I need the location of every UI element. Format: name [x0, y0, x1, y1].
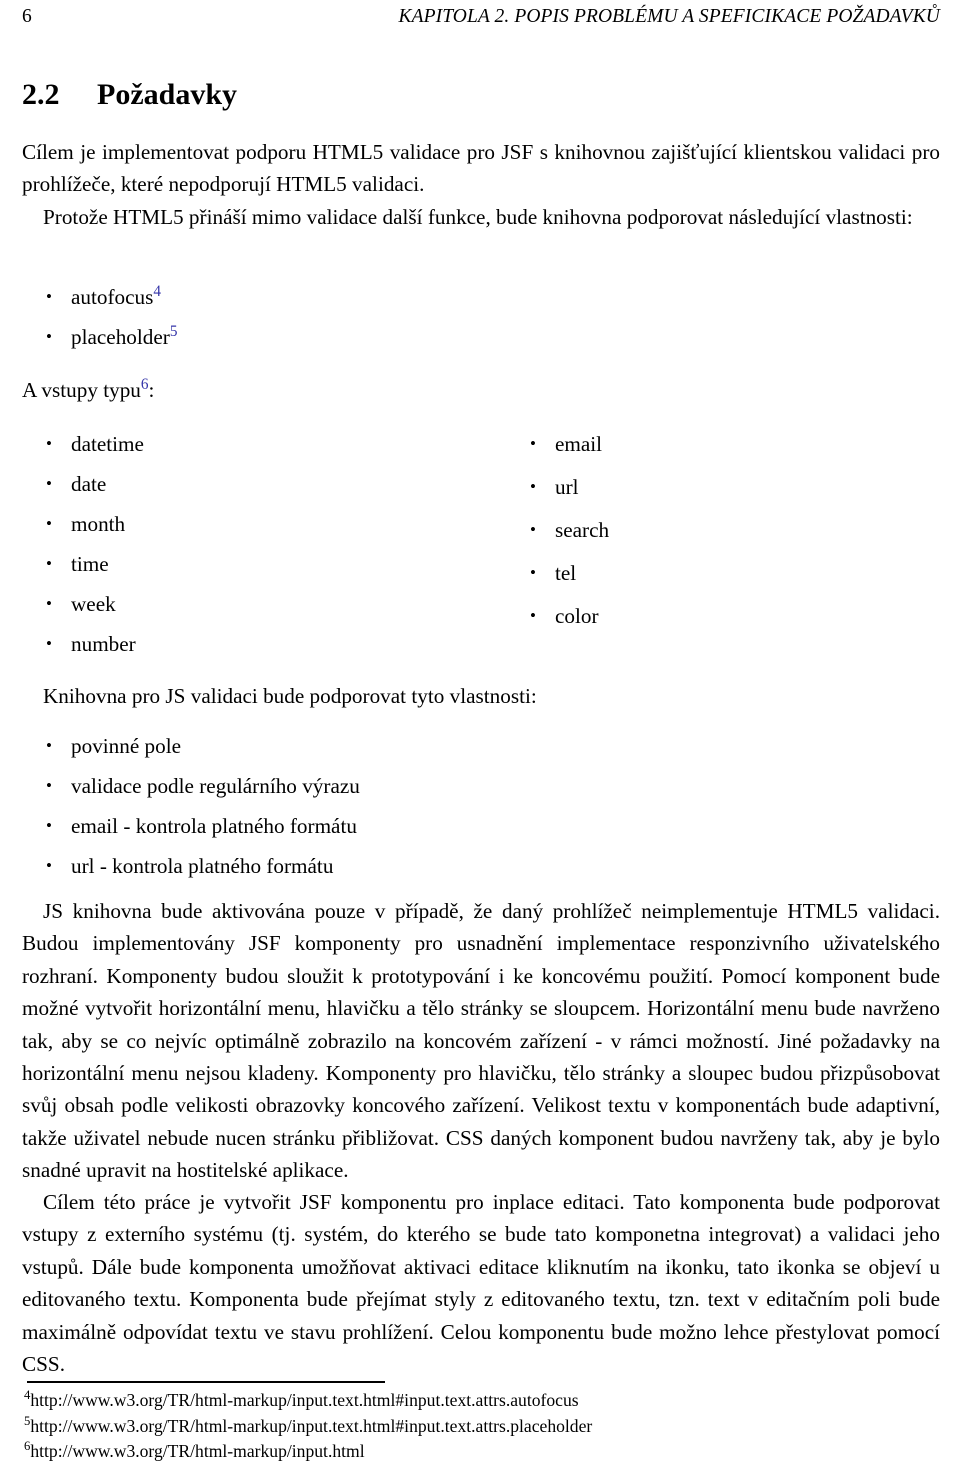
paragraph-big-one-block: JS knihovna bude aktivována pouze v příp…	[22, 895, 940, 1187]
paragraph-types-lead-block: A vstupy typu6:	[22, 374, 940, 406]
footnote-entry: 5http://www.w3.org/TR/html-markup/input.…	[24, 1414, 940, 1440]
footnotes-block: 4http://www.w3.org/TR/html-markup/input.…	[24, 1388, 940, 1465]
section-heading: 2.2 Požadavky	[22, 78, 237, 112]
list-item: color	[530, 600, 930, 633]
footnote-entry: 4http://www.w3.org/TR/html-markup/input.…	[24, 1388, 940, 1414]
paragraph-big-two: Cílem této práce je vytvořit JSF kompone…	[22, 1190, 940, 1377]
list-item: email - kontrola platného formátu	[46, 810, 646, 843]
section-number: 2.2	[22, 78, 60, 111]
input-types-left-column: datetime date month time week number	[46, 428, 466, 667]
paragraph-types-lead: A vstupy typu6:	[22, 374, 940, 406]
paragraph-features-lead: Protože HTML5 přináší mimo validace dalš…	[43, 205, 913, 229]
list-item: datetime	[46, 428, 466, 461]
list-item: validace podle regulárního výrazu	[46, 770, 646, 803]
running-header: 6 KAPITOLA 2. POPIS PROBLÉMU A SPEFICIKA…	[22, 6, 940, 32]
feature-label: autofocus	[71, 285, 154, 309]
list-item: date	[46, 468, 466, 501]
paragraph-big-one: JS knihovna bude aktivována pouze v příp…	[22, 899, 940, 1183]
list-item: povinné pole	[46, 730, 646, 763]
page-number: 6	[22, 6, 32, 27]
paragraph-js-lead: Knihovna pro JS validaci bude podporovat…	[43, 684, 537, 708]
footnote-separator-rule	[27, 1381, 385, 1383]
list-item: url	[530, 471, 930, 504]
feature-label: placeholder	[71, 324, 170, 349]
footnote-url[interactable]: http://www.w3.org/TR/html-markup/input.t…	[30, 1390, 578, 1410]
list-item: url - kontrola platného formátu	[46, 850, 646, 883]
list-item: email	[530, 428, 930, 461]
footnote-marker[interactable]: 4	[153, 283, 161, 300]
list-item: month	[46, 508, 466, 541]
input-types-right-column: email url search tel color	[530, 428, 930, 643]
html5-features-list: autofocus4 placeholder5	[46, 281, 466, 361]
document-page: 6 KAPITOLA 2. POPIS PROBLÉMU A SPEFICIKA…	[0, 0, 960, 1463]
footnote-url[interactable]: http://www.w3.org/TR/html-markup/input.h…	[30, 1441, 364, 1461]
chapter-title: KAPITOLA 2. POPIS PROBLÉMU A SPEFICIKACE…	[398, 6, 940, 27]
paragraph-features-lead-block: Protože HTML5 přináší mimo validace dalš…	[22, 201, 940, 233]
list-item: week	[46, 588, 466, 621]
footnote-entry: 6http://www.w3.org/TR/html-markup/input.…	[24, 1439, 940, 1465]
types-lead-text: A vstupy typu	[22, 378, 141, 402]
footnote-marker[interactable]: 5	[170, 323, 178, 340]
paragraph-js-lead-block: Knihovna pro JS validaci bude podporovat…	[22, 680, 940, 712]
list-item: number	[46, 628, 466, 661]
types-lead-colon: :	[148, 378, 155, 402]
paragraph-intro-block: Cílem je implementovat podporu HTML5 val…	[22, 136, 940, 201]
list-item: placeholder5	[46, 321, 466, 354]
list-item: time	[46, 548, 466, 581]
footnote-url[interactable]: http://www.w3.org/TR/html-markup/input.t…	[30, 1416, 592, 1436]
js-features-list: povinné pole validace podle regulárního …	[46, 730, 646, 890]
paragraph-big-two-block: Cílem této práce je vytvořit JSF kompone…	[22, 1186, 940, 1380]
footnote-marker[interactable]: 6	[141, 376, 149, 393]
list-item: autofocus4	[46, 281, 466, 314]
paragraph-intro: Cílem je implementovat podporu HTML5 val…	[22, 140, 940, 197]
list-item: tel	[530, 557, 930, 590]
section-title: Požadavky	[97, 78, 238, 111]
list-item: search	[530, 514, 930, 547]
